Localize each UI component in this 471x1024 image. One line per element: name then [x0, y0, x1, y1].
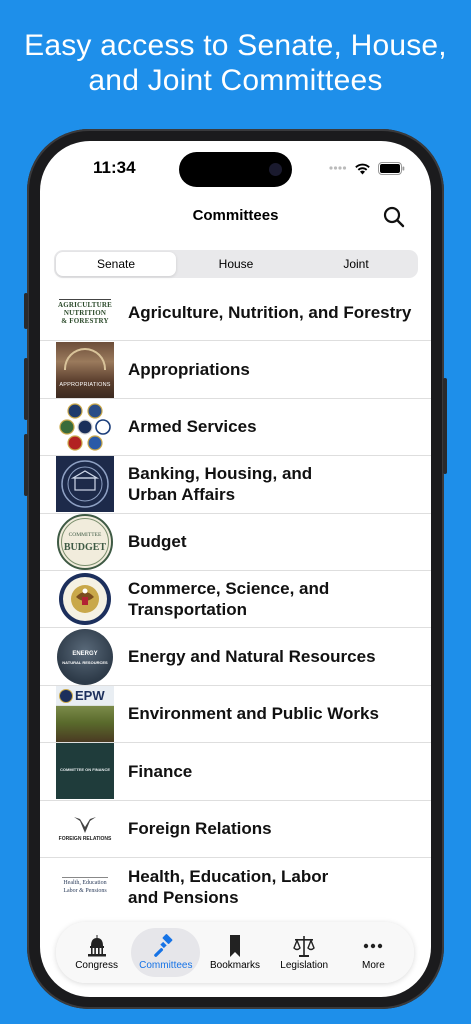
banking-logo [56, 456, 114, 513]
tab-label: Bookmarks [210, 960, 261, 971]
promo-headline: Easy access to Senate, House, and Joint … [0, 28, 471, 98]
tab-legislation[interactable]: Legislation [270, 928, 339, 977]
commerce-seal-icon [59, 573, 111, 626]
tab-congress[interactable]: Congress [62, 928, 131, 977]
appropriations-logo-text: APPROPRIATIONS [59, 381, 111, 388]
help-logo-text-2: Labor & Pensions [63, 887, 107, 894]
energy-logo-text-1: ENERGY [72, 650, 98, 657]
committee-name: Finance [128, 761, 193, 781]
foreign-relations-logo-text: FOREIGN RELATIONS [58, 835, 112, 842]
help-logo-text-1: Health, Education [63, 879, 107, 886]
epw-logo-text: EPW [75, 687, 105, 703]
app-screen: 11:34 Committees Senate House Joint AGRI… [40, 141, 431, 997]
committee-row-foreign-relations[interactable]: FOREIGN RELATIONS Foreign Relations [40, 801, 431, 858]
finance-logo-text: COMMITTEE ON FINANCE [60, 767, 110, 773]
segment-joint[interactable]: Joint [296, 252, 416, 276]
committee-name: Commerce, Science, and Transportation [128, 578, 421, 620]
navigation-bar: Committees [40, 195, 431, 239]
budget-logo-text-1: COMMITTEE [68, 531, 102, 538]
committee-list: AGRICULTURE NUTRITION & FORESTRY Agricul… [40, 284, 431, 915]
foreign-relations-logo: FOREIGN RELATIONS [56, 801, 114, 857]
budget-logo-text-2: BUDGET [63, 541, 107, 553]
energy-logo: ENERGY NATURAL RESOURCES [56, 628, 114, 685]
tab-label: More [362, 960, 385, 971]
committee-name-line-2: and Pensions [128, 887, 239, 907]
committee-name: Agriculture, Nutrition, and Forestry [128, 302, 412, 322]
committee-row-epw[interactable]: EPW Environment and Public Works [40, 685, 431, 744]
appropriations-logo: APPROPRIATIONS [56, 341, 114, 398]
committee-name-line-1: Banking, Housing, and [128, 464, 313, 484]
committee-name: Health, Education, Labor and Pensions [128, 866, 421, 908]
committee-row-help[interactable]: Health, Education Labor & Pensions Healt… [40, 858, 431, 915]
promo-line-2: and Joint Committees [88, 64, 383, 97]
commerce-logo [56, 571, 114, 627]
finance-logo: COMMITTEE ON FINANCE [56, 743, 114, 800]
segment-senate[interactable]: Senate [56, 252, 176, 276]
committee-row-agriculture[interactable]: AGRICULTURE NUTRITION & FORESTRY Agricul… [40, 284, 431, 342]
bookmark-icon [230, 935, 240, 957]
committee-name: Foreign Relations [128, 819, 272, 839]
volume-down-button [24, 434, 28, 496]
epw-logo: EPW [56, 685, 114, 742]
committee-name: Budget [128, 532, 187, 552]
power-button [443, 378, 447, 474]
action-button [24, 293, 28, 329]
page-title: Committees [192, 207, 279, 224]
committee-row-banking[interactable]: Banking, Housing, and Urban Affairs [40, 456, 431, 514]
committee-row-budget[interactable]: COMMITTEE BUDGET Budget [40, 513, 431, 571]
committee-name-line-1: Commerce, Science, and [128, 579, 330, 599]
dynamic-island [179, 152, 292, 187]
tab-committees[interactable]: Committees [131, 928, 201, 977]
committee-name: Armed Services [128, 416, 421, 437]
committee-row-finance[interactable]: COMMITTEE ON FINANCE Finance [40, 743, 431, 801]
battery-icon [378, 161, 405, 175]
cellular-icon [329, 166, 347, 170]
tab-bookmarks[interactable]: Bookmarks [200, 928, 269, 977]
status-bar: 11:34 [40, 141, 431, 195]
committee-row-commerce[interactable]: Commerce, Science, and Transportation [40, 571, 431, 629]
banking-seal-icon [61, 460, 109, 509]
committee-row-energy[interactable]: ENERGY NATURAL RESOURCES Energy and Natu… [40, 628, 431, 686]
military-seals-icon [59, 403, 111, 451]
budget-logo: COMMITTEE BUDGET [56, 513, 114, 570]
promo-line-1: Easy access to Senate, House, [24, 29, 447, 62]
search-icon[interactable] [381, 204, 407, 230]
status-time: 11:34 [93, 158, 136, 177]
segment-house[interactable]: House [176, 252, 296, 276]
committee-name-line-1: Armed Services [128, 417, 257, 437]
chamber-segmented-control: Senate House Joint [54, 250, 418, 278]
armed-services-logo [56, 399, 114, 455]
agriculture-logo-text-2: NUTRITION [63, 309, 107, 318]
tab-bar: Congress Committees Bookmarks Legislatio… [56, 922, 414, 983]
tab-label: Committees [139, 960, 193, 971]
wifi-icon [355, 163, 370, 174]
committee-row-armed-services[interactable]: Armed Services [40, 399, 431, 457]
tab-label: Congress [75, 960, 118, 971]
committee-row-appropriations[interactable]: APPROPRIATIONS Appropriations [40, 341, 431, 399]
ellipsis-icon [364, 943, 383, 949]
committee-name-line-2: Urban Affairs [128, 485, 236, 505]
scales-icon [293, 936, 316, 957]
committee-name: Banking, Housing, and Urban Affairs [128, 463, 421, 505]
energy-logo-text-2: NATURAL RESOURCES [62, 659, 108, 665]
status-icons [329, 161, 405, 175]
tab-more[interactable]: More [339, 928, 408, 977]
agriculture-logo-text-3: & FORESTRY [61, 317, 109, 326]
agriculture-logo-text-1: AGRICULTURE [57, 301, 113, 310]
agriculture-logo: AGRICULTURE NUTRITION & FORESTRY [56, 284, 114, 340]
help-logo: Health, Education Labor & Pensions [56, 859, 114, 915]
camera-icon [269, 163, 282, 176]
gavel-icon [153, 934, 173, 957]
committee-name-line-1: Health, Education, Labor [128, 866, 329, 886]
committee-name: Appropriations [128, 360, 250, 380]
capitol-icon [87, 935, 106, 957]
volume-up-button [24, 358, 28, 420]
committee-name: Environment and Public Works [128, 704, 379, 724]
eagle-icon [74, 816, 96, 833]
committee-name: Energy and Natural Resources [128, 647, 376, 667]
tab-label: Legislation [280, 960, 329, 971]
committee-name-line-2: Transportation [128, 600, 248, 620]
